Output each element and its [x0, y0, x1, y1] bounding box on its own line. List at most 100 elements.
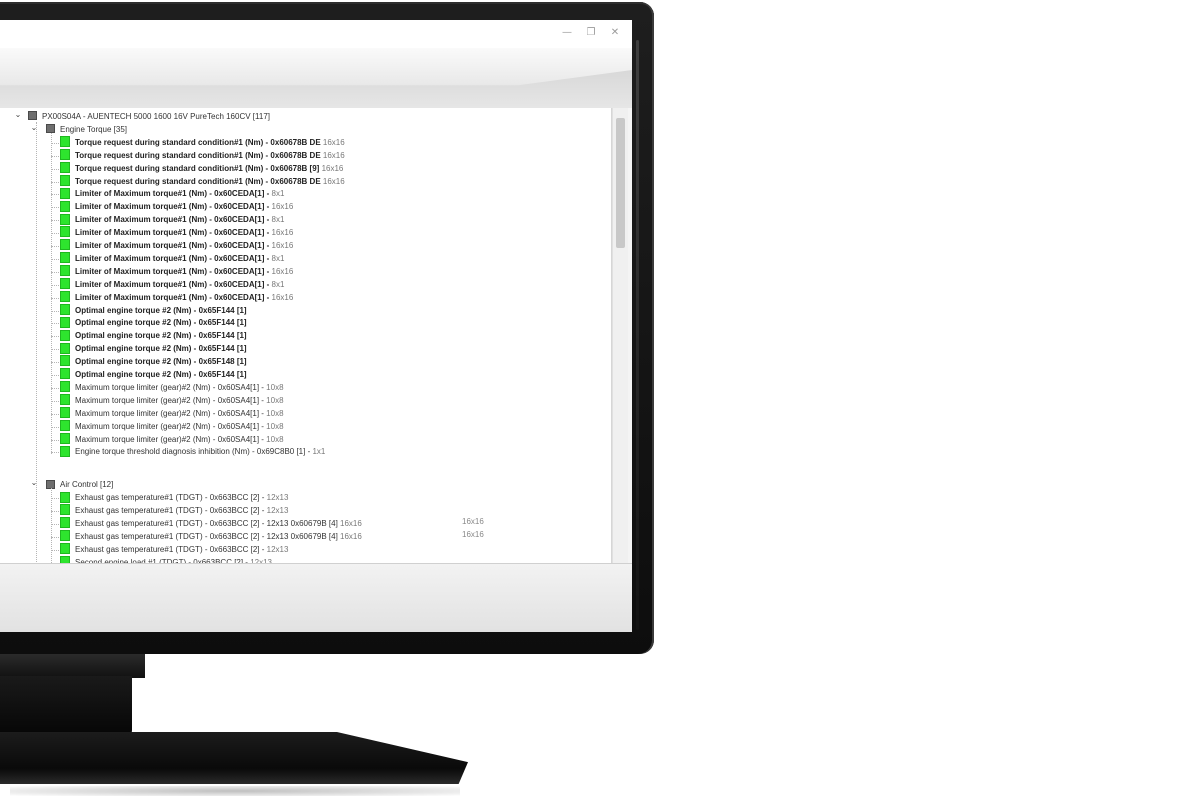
close-icon[interactable]: ✕: [610, 28, 620, 38]
map-status-icon: [60, 278, 70, 290]
map-item-extra: 16x16: [462, 517, 484, 526]
tree-map-item[interactable]: Maximum torque limiter (gear)#2 (Nm) - 0…: [60, 394, 284, 407]
map-item-dimensions: 12x13: [264, 506, 289, 516]
tree-guide-line: [51, 488, 52, 563]
tree-guide-line: [36, 122, 37, 562]
tree-map-item[interactable]: Limiter of Maximum torque#1 (Nm) - 0x60C…: [60, 213, 284, 226]
tree-guide-line: [51, 233, 59, 235]
tree-map-item[interactable]: Exhaust gas temperature#1 (TDGT) - 0x663…: [60, 504, 288, 517]
map-status-icon: [60, 329, 70, 341]
tree-guide-line: [51, 439, 59, 441]
map-status-icon: [60, 355, 70, 367]
map-status-icon: [60, 213, 70, 225]
tree-map-item[interactable]: Limiter of Maximum torque#1 (Nm) - 0x60C…: [60, 290, 293, 304]
map-item-label: Optimal engine torque #2 (Nm) - 0x65F144…: [75, 331, 247, 341]
tree-map-item[interactable]: Second engine load #1 (TDGT) - 0x663BCC …: [60, 556, 272, 563]
bezel-highlight: [636, 40, 639, 630]
map-item-label: Maximum torque limiter (gear)#2 (Nm) - 0…: [75, 395, 264, 405]
map-item-dimensions: 16x16: [319, 163, 344, 173]
map-status-icon: [60, 419, 70, 431]
map-item-label: Engine torque threshold diagnosis inhibi…: [75, 447, 311, 457]
tree-map-item[interactable]: Exhaust gas temperature#1 (TDGT) - 0x663…: [60, 543, 288, 556]
map-status-icon: [60, 381, 70, 393]
tree-map-item[interactable]: Optimal engine torque #2 (Nm) - 0x65F144…: [60, 329, 247, 342]
tree-map-item[interactable]: Limiter of Maximum torque#1 (Nm) - 0x60C…: [60, 239, 293, 252]
map-item-label: Torque request during standard condition…: [75, 137, 321, 147]
stand-shadow: [10, 786, 460, 796]
tree-guide-line: [51, 387, 59, 389]
tree-map-item[interactable]: Torque request during standard condition…: [60, 136, 345, 149]
tree-map-item[interactable]: Torque request during standard condition…: [60, 149, 345, 162]
scrollbar-thumb[interactable]: [616, 118, 625, 248]
tree-group-node[interactable]: ⌄ Air Control [12]: [30, 478, 114, 491]
tree-map-item[interactable]: Limiter of Maximum torque#1 (Nm) - 0x60C…: [60, 226, 293, 239]
tree-map-item[interactable]: Limiter of Maximum torque#1 (Nm) - 0x60C…: [60, 187, 284, 200]
tree-guide-line: [51, 323, 59, 325]
tree-map-item[interactable]: Torque request during standard condition…: [60, 161, 344, 175]
map-item-label: Limiter of Maximum torque#1 (Nm) - 0x60C…: [75, 253, 270, 263]
tree-guide-line: [51, 207, 59, 209]
tree-map-item[interactable]: Limiter of Maximum torque#1 (Nm) - 0x60C…: [60, 278, 284, 291]
tree-map-item[interactable]: Optimal engine torque #2 (Nm) - 0x65F148…: [60, 355, 247, 368]
map-status-icon: [60, 252, 70, 264]
tree-guide-line: [51, 400, 59, 402]
folder-icon: [28, 111, 37, 121]
chevron-down-icon[interactable]: ⌄: [14, 108, 22, 121]
tree-guide-line: [51, 246, 59, 247]
tree-map-item[interactable]: Optimal engine torque #2 (Nm) - 0x65F144…: [60, 316, 247, 329]
tree-map-item[interactable]: Exhaust gas temperature#1 (TDGT) - 0x663…: [60, 491, 288, 504]
window-titlebar: — ❐ ✕: [0, 20, 632, 48]
tree-map-item[interactable]: Engine torque threshold diagnosis inhibi…: [60, 445, 325, 458]
map-status-icon: [60, 265, 70, 277]
tree-root-label: PX00S04A - AUENTECH 5000 1600 16V PureTe…: [42, 112, 270, 121]
tree-map-item[interactable]: Exhaust gas temperature#1 (TDGT) - 0x663…: [60, 530, 362, 543]
map-item-dimensions: 16x16: [269, 241, 294, 250]
map-status-icon: [60, 504, 70, 516]
tree-map-item[interactable]: Maximum torque limiter (gear)#2 (Nm) - 0…: [60, 407, 284, 420]
tree-guide-line: [51, 142, 59, 144]
tree-guide-line: [51, 511, 59, 513]
tree-guide-line: [51, 297, 59, 299]
vertical-scrollbar[interactable]: [612, 108, 628, 563]
map-item-dimensions: 12x13: [264, 544, 289, 554]
map-item-label: Limiter of Maximum torque#1 (Nm) - 0x60C…: [75, 292, 270, 302]
tree-guide-line: [51, 536, 59, 538]
map-status-icon: [60, 161, 70, 173]
map-status-icon: [60, 200, 70, 212]
tree-map-item[interactable]: Maximum torque limiter (gear)#2 (Nm) - 0…: [60, 381, 284, 394]
tree-guide-line: [51, 349, 59, 351]
tree-map-item[interactable]: Maximum torque limiter (gear)#2 (Nm) - 0…: [60, 419, 284, 433]
tree-map-item[interactable]: Limiter of Maximum torque#1 (Nm) - 0x60C…: [60, 265, 293, 278]
tree-map-item[interactable]: Optimal engine torque #2 (Nm) - 0x65F144…: [60, 303, 247, 317]
map-item-label: Optimal engine torque #2 (Nm) - 0x65F148…: [75, 357, 247, 367]
tree-guide-line: [51, 194, 59, 196]
map-item-dimensions: 16x16: [269, 266, 294, 276]
tree-map-item[interactable]: Optimal engine torque #2 (Nm) - 0x65F144…: [60, 342, 247, 355]
tree-group-node[interactable]: ⌄ Engine Torque [35]: [30, 123, 127, 136]
tree-root-node[interactable]: ⌄ PX00S04A - AUENTECH 5000 1600 16V PureT…: [14, 110, 270, 123]
map-item-dimensions: 8x1: [269, 279, 285, 289]
map-item-label: Exhaust gas temperature#1 (TDGT) - 0x663…: [75, 531, 338, 541]
map-status-icon: [60, 239, 70, 251]
tree-map-item[interactable]: Limiter of Maximum torque#1 (Nm) - 0x60C…: [60, 200, 293, 213]
map-item-dimensions: 10x8: [263, 395, 284, 405]
map-item-label: Maximum torque limiter (gear)#2 (Nm) - 0…: [75, 421, 264, 431]
tree-guide-line: [51, 168, 59, 170]
tree-guide-line: [51, 336, 59, 338]
tree-guide-line: [51, 549, 59, 551]
map-item-label: Optimal engine torque #2 (Nm) - 0x65F144…: [75, 305, 247, 315]
tree-map-item[interactable]: Limiter of Maximum torque#1 (Nm) - 0x60C…: [60, 252, 284, 265]
map-status-icon: [60, 530, 70, 542]
maximize-icon[interactable]: ❐: [586, 28, 596, 38]
map-item-dimensions: 16x16: [320, 150, 345, 160]
monitor-neck: [0, 654, 145, 678]
map-item-label: Optimal engine torque #2 (Nm) - 0x65F144…: [75, 344, 247, 354]
tree-map-item[interactable]: Torque request during standard condition…: [60, 174, 345, 188]
tree-map-item[interactable]: Exhaust gas temperature#1 (TDGT) - 0x663…: [60, 517, 362, 530]
map-item-dimensions: 1x1: [310, 447, 326, 457]
map-item-label: Optimal engine torque #2 (Nm) - 0x65F144…: [75, 370, 247, 379]
minimize-icon[interactable]: —: [562, 28, 572, 38]
tree-map-item[interactable]: Maximum torque limiter (gear)#2 (Nm) - 0…: [60, 432, 284, 446]
tree-map-item[interactable]: Optimal engine torque #2 (Nm) - 0x65F144…: [60, 368, 247, 381]
map-item-label: Maximum torque limiter (gear)#2 (Nm) - 0…: [75, 408, 264, 418]
